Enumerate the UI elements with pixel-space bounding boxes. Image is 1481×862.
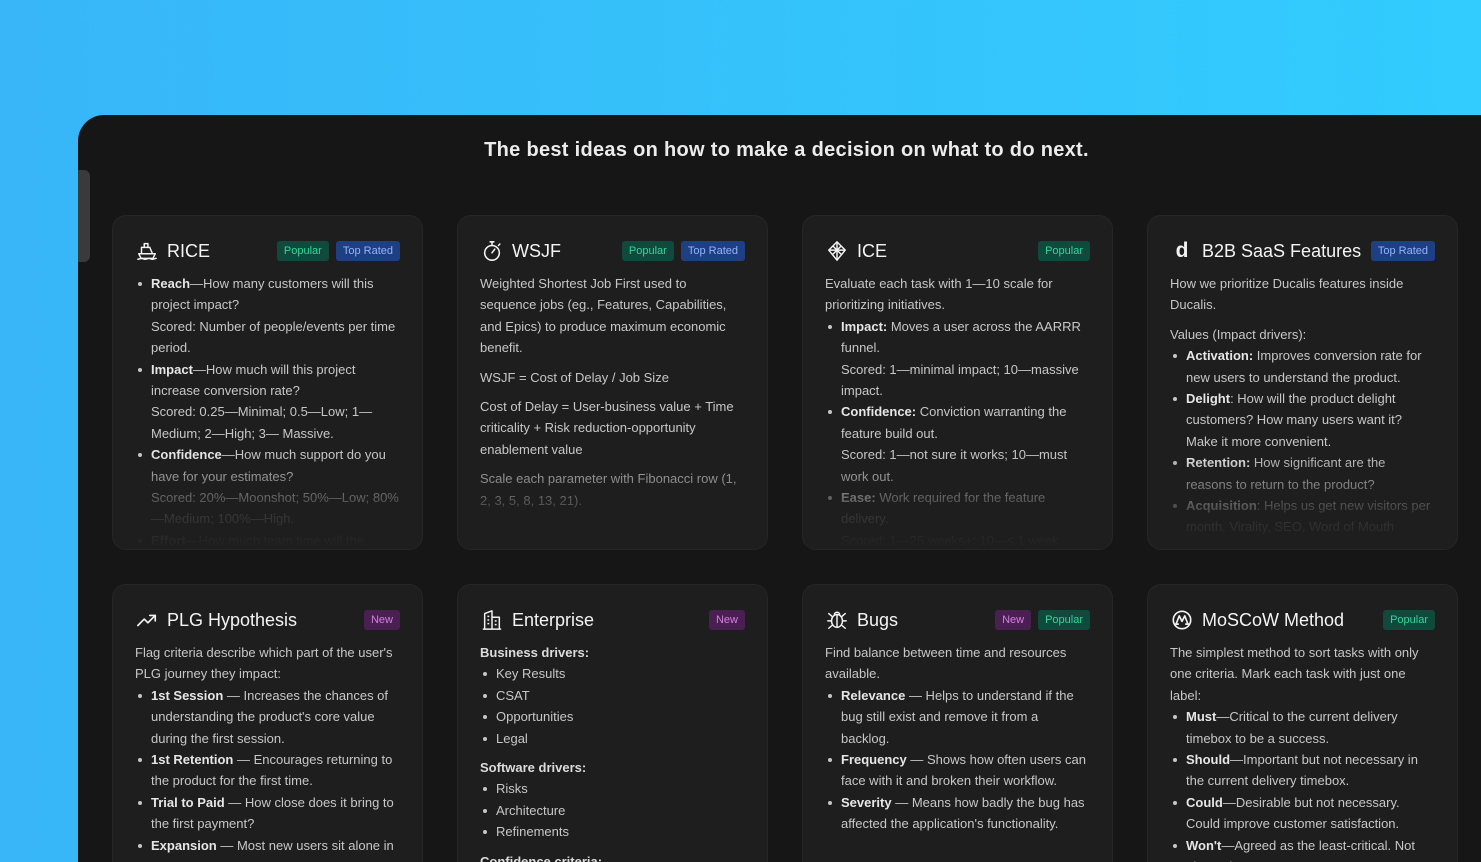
card-title: B2B SaaS Features [1202, 240, 1362, 261]
values-label: Values (Impact drivers): [1170, 326, 1307, 342]
list-item: Acquisition: Helps us get new visitors p… [1170, 495, 1435, 538]
template-card-bugs[interactable]: Bugs New Popular Find balance between ti… [802, 584, 1113, 862]
trending-up-icon [135, 608, 159, 632]
template-card-plg[interactable]: PLG Hypothesis New Flag criteria describ… [112, 584, 423, 862]
moscow-metro-icon [1170, 608, 1194, 632]
template-card-enterprise[interactable]: Enterprise New Business drivers: Key Res… [457, 584, 768, 862]
list-item: Severity — Means how badly the bug has a… [825, 792, 1090, 835]
list-item: Ease: Work required for the feature deli… [825, 487, 1090, 549]
badge-new: New [708, 610, 745, 630]
template-card-rice[interactable]: RICE Popular Top Rated Reach—How many cu… [112, 215, 423, 550]
template-card-b2b-saas[interactable]: d B2B SaaS Features Top Rated How we pri… [1147, 215, 1458, 550]
stopwatch-icon [480, 239, 504, 263]
card-title: PLG Hypothesis [167, 609, 298, 630]
list-item: Key Results [480, 663, 745, 684]
card-title: Enterprise [512, 609, 595, 630]
list-item: Won't—Agreed as the least-critical. Not … [1170, 835, 1435, 862]
list-item: Opportunities [480, 706, 745, 727]
list-item: Relevance — Helps to understand if the b… [825, 685, 1090, 749]
badge-top-rated: Top Rated [1370, 241, 1435, 261]
list-item: 1st Retention — Encourages returning to … [135, 749, 400, 792]
confidence-criteria-label: Confidence criteria: [480, 853, 603, 862]
card-paragraph: Scale each parameter with Fibonacci row … [480, 471, 737, 508]
page-title: The best ideas on how to make a decision… [484, 139, 1089, 161]
list-item: Risks [480, 778, 745, 799]
list-item: Must—Critical to the current delivery ti… [1170, 706, 1435, 749]
card-title: WSJF [512, 240, 561, 261]
card-paragraph: Weighted Shortest Job First used to sequ… [480, 276, 727, 356]
card-paragraph: Cost of Delay = User-business value + Ti… [480, 399, 734, 457]
list-item: Architecture [480, 800, 745, 821]
list-item: Confidence: Conviction warranting the fe… [825, 401, 1090, 487]
ice-cube-icon [825, 239, 849, 263]
side-panel-handle[interactable] [78, 170, 90, 262]
list-item: Delight: How will the product delight cu… [1170, 388, 1435, 452]
badge-top-rated: Top Rated [335, 241, 400, 261]
template-card-ice[interactable]: ICE Popular Evaluate each task with 1—10… [802, 215, 1113, 550]
list-item: CSAT [480, 685, 745, 706]
list-item: Should—Important but not necessary in th… [1170, 749, 1435, 792]
card-intro: Find balance between time and resources … [825, 645, 1067, 682]
card-title: RICE [167, 240, 211, 261]
badge-new: New [995, 610, 1032, 630]
list-item: 1st Session — Increases the chances of u… [135, 685, 400, 749]
template-card-wsjf[interactable]: WSJF Popular Top Rated Weighted Shortest… [457, 215, 768, 550]
badge-popular: Popular [1038, 241, 1090, 261]
list-item: Refinements [480, 821, 745, 842]
badge-top-rated: Top Rated [680, 241, 745, 261]
list-item: Legal [480, 728, 745, 749]
list-item: Impact—How much will this project increa… [135, 359, 400, 445]
list-item: Retention: How significant are the reaso… [1170, 452, 1435, 495]
building-icon [480, 608, 504, 632]
list-item: Impact: Moves a user across the AARRR fu… [825, 316, 1090, 402]
badge-new: New [363, 610, 400, 630]
list-item: Expansion — Most new users sit alone in [135, 835, 400, 856]
list-item: Reach—How many customers will this proje… [135, 273, 400, 359]
badge-popular: Popular [621, 241, 674, 261]
ducalis-logo-icon: d [1175, 239, 1189, 262]
business-drivers-label: Business drivers: [480, 645, 590, 660]
list-item: Confidence—How much support do you have … [135, 444, 400, 530]
sailboat-icon [135, 239, 159, 263]
list-item: Activation: Improves conversion rate for… [1170, 345, 1435, 388]
badge-popular: Popular [276, 241, 329, 261]
software-drivers-label: Software drivers: [480, 760, 587, 776]
card-paragraph: WSJF = Cost of Delay / Job Size [480, 369, 669, 385]
app-window: The best ideas on how to make a decision… [78, 115, 1481, 862]
card-title: ICE [857, 240, 888, 261]
bug-icon [825, 608, 849, 632]
card-title: Bugs [857, 609, 899, 630]
card-intro: How we prioritize Ducalis features insid… [1170, 276, 1404, 313]
card-intro: Evaluate each task with 1—10 scale for p… [825, 276, 1053, 313]
template-card-moscow[interactable]: MoSCoW Method Popular The simplest metho… [1147, 584, 1458, 862]
card-title: MoSCoW Method [1202, 609, 1345, 630]
badge-popular: Popular [1038, 610, 1090, 630]
list-item: Could—Desirable but not necessary. Could… [1170, 792, 1435, 835]
list-item: Effort—How much team time will the [135, 530, 400, 549]
card-intro: Flag criteria describe which part of the… [135, 645, 393, 682]
list-item: Frequency — Shows how often users can fa… [825, 749, 1090, 792]
list-item: Trial to Paid — How close does it bring … [135, 792, 400, 835]
card-intro: The simplest method to sort tasks with o… [1170, 645, 1419, 703]
badge-popular: Popular [1383, 610, 1435, 630]
